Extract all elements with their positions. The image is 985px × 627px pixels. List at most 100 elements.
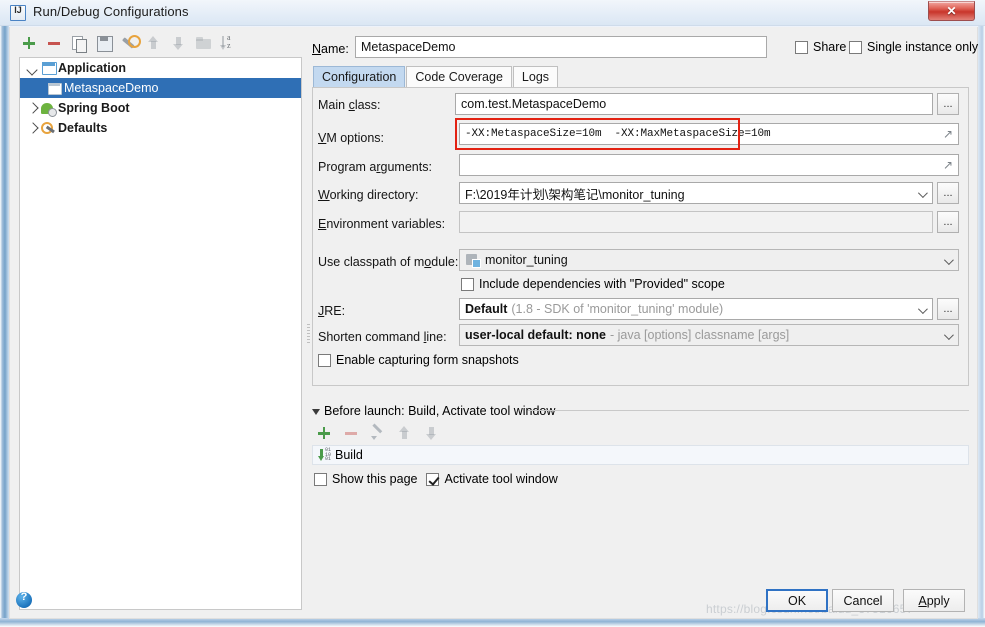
vm-options-input[interactable] [459,123,959,145]
tab-logs[interactable]: Logs [513,66,558,87]
tree-item-metaspacedemo[interactable]: MetaspaceDemo [20,78,301,98]
main-class-browse-button[interactable]: ... [937,93,959,115]
window-frame-right [978,0,985,620]
save-configuration-button[interactable] [94,33,114,53]
jre-label: JRE: [318,304,345,318]
main-class-label: Main class: [318,98,381,112]
chevron-down-icon [944,255,954,265]
tree-item-label: MetaspaceDemo [64,81,159,95]
working-directory-label: Working directory: [318,188,419,202]
before-launch-header[interactable]: Before launch: Build, Activate tool wind… [312,404,555,418]
intellij-idea-icon [10,5,26,21]
tree-item-spring-boot[interactable]: Spring Boot [20,98,301,118]
checkbox-box[interactable] [849,41,862,54]
share-checkbox[interactable]: Share [795,40,846,54]
run-debug-configurations-window: Run/Debug Configurations ✕ az Appli [0,0,985,627]
working-directory-browse-button[interactable]: ... [937,182,959,204]
single-instance-label: Single instance only [867,40,978,54]
tree-item-label: Defaults [58,121,107,135]
tree-item-label: Spring Boot [58,101,130,115]
checkbox-box[interactable] [461,278,474,291]
create-folder-button[interactable] [194,33,214,53]
cancel-button[interactable]: Cancel [832,589,894,612]
application-icon [40,60,58,76]
include-dependencies-checkbox[interactable]: Include dependencies with "Provided" sco… [461,277,725,291]
chevron-down-icon [918,304,928,314]
environment-variables-input[interactable] [459,211,933,233]
build-icon: 011001 [317,447,335,463]
before-launch-label: Before launch: Build, Activate tool wind… [324,404,555,418]
checkbox-box[interactable] [426,473,439,486]
apply-button[interactable]: Apply [903,589,965,612]
name-label: Name: [312,42,349,56]
use-classpath-combo[interactable]: monitor_tuning [459,249,959,271]
program-arguments-expand-icon[interactable]: ↗ [941,158,955,172]
chevron-down-icon [312,409,320,415]
working-directory-combo[interactable]: F:\2019年计划\架构笔记\monitor_tuning [459,182,933,204]
main-class-input[interactable] [455,93,933,115]
ok-button[interactable]: OK [766,589,828,612]
shorten-command-line-detail: - java [options] classname [args] [610,328,789,342]
use-classpath-label: Use classpath of module: [318,255,458,269]
application-child-icon [46,80,64,96]
shorten-command-line-combo[interactable]: user-local default: none - java [options… [459,324,959,346]
before-launch-remove-button[interactable] [341,423,361,443]
name-input[interactable] [355,36,767,58]
copy-configuration-button[interactable] [69,33,89,53]
before-launch-edit-button[interactable] [368,423,388,443]
program-arguments-input[interactable] [459,154,959,176]
vm-options-label: VM options: [318,131,384,145]
edit-templates-button[interactable] [119,33,139,53]
vm-options-expand-icon[interactable]: ↗ [941,127,955,141]
checkbox-box[interactable] [318,354,331,367]
activate-tool-window-label: Activate tool window [444,472,557,486]
title-bar: Run/Debug Configurations ✕ [0,0,985,26]
task-label: Build [335,448,363,462]
use-classpath-value: monitor_tuning [485,253,568,267]
include-dependencies-label: Include dependencies with "Provided" sco… [479,277,725,291]
single-instance-checkbox[interactable]: Single instance only [849,40,978,54]
before-launch-move-down-button[interactable] [422,423,442,443]
configurations-tree[interactable]: Application MetaspaceDemo Spring Boot De… [19,57,302,610]
tab-code-coverage[interactable]: Code Coverage [406,66,512,87]
tab-bar: Configuration Code Coverage Logs [313,66,559,87]
remove-configuration-button[interactable] [44,33,64,53]
chevron-down-icon [944,330,954,340]
move-up-button[interactable] [144,33,164,53]
checkbox-box[interactable] [314,473,327,486]
chevron-right-icon[interactable] [26,98,40,118]
jre-browse-button[interactable]: ... [937,298,959,320]
panel-splitter[interactable] [306,322,311,348]
add-configuration-button[interactable] [19,33,39,53]
jre-combo[interactable]: Default (1.8 - SDK of 'monitor_tuning' m… [459,298,933,320]
help-button[interactable] [16,592,32,608]
enable-snapshots-checkbox[interactable]: Enable capturing form snapshots [318,353,519,367]
before-launch-move-up-button[interactable] [395,423,415,443]
before-launch-options: Show this page Activate tool window [314,472,558,486]
before-launch-task-build[interactable]: 011001 Build [312,445,969,465]
tree-item-label: Application [58,61,126,75]
tab-configuration[interactable]: Configuration [313,66,405,87]
move-down-button[interactable] [169,33,189,53]
close-button[interactable]: ✕ [928,1,975,21]
jre-value-detail: (1.8 - SDK of 'monitor_tuning' module) [511,302,723,316]
tree-item-defaults[interactable]: Defaults [20,118,301,138]
enable-snapshots-label: Enable capturing form snapshots [336,353,519,367]
jre-value: Default [465,302,507,316]
activate-tool-window-checkbox[interactable]: Activate tool window [426,472,557,486]
show-this-page-label: Show this page [332,472,417,486]
sort-configurations-button[interactable]: az [219,33,239,53]
environment-variables-browse-button[interactable]: ... [937,211,959,233]
chevron-right-icon[interactable] [26,118,40,138]
checkbox-box[interactable] [795,41,808,54]
show-this-page-checkbox[interactable]: Show this page [314,472,417,486]
shorten-command-line-label: Shorten command line: [318,330,447,344]
chevron-down-icon[interactable] [26,58,40,78]
spring-boot-icon [40,100,58,116]
tree-item-application[interactable]: Application [20,58,301,78]
window-frame-left [0,0,9,620]
defaults-wrench-icon [40,120,58,136]
build-bits-icon: 011001 [325,448,331,462]
before-launch-add-button[interactable] [314,423,334,443]
window-frame-bottom [0,618,985,627]
